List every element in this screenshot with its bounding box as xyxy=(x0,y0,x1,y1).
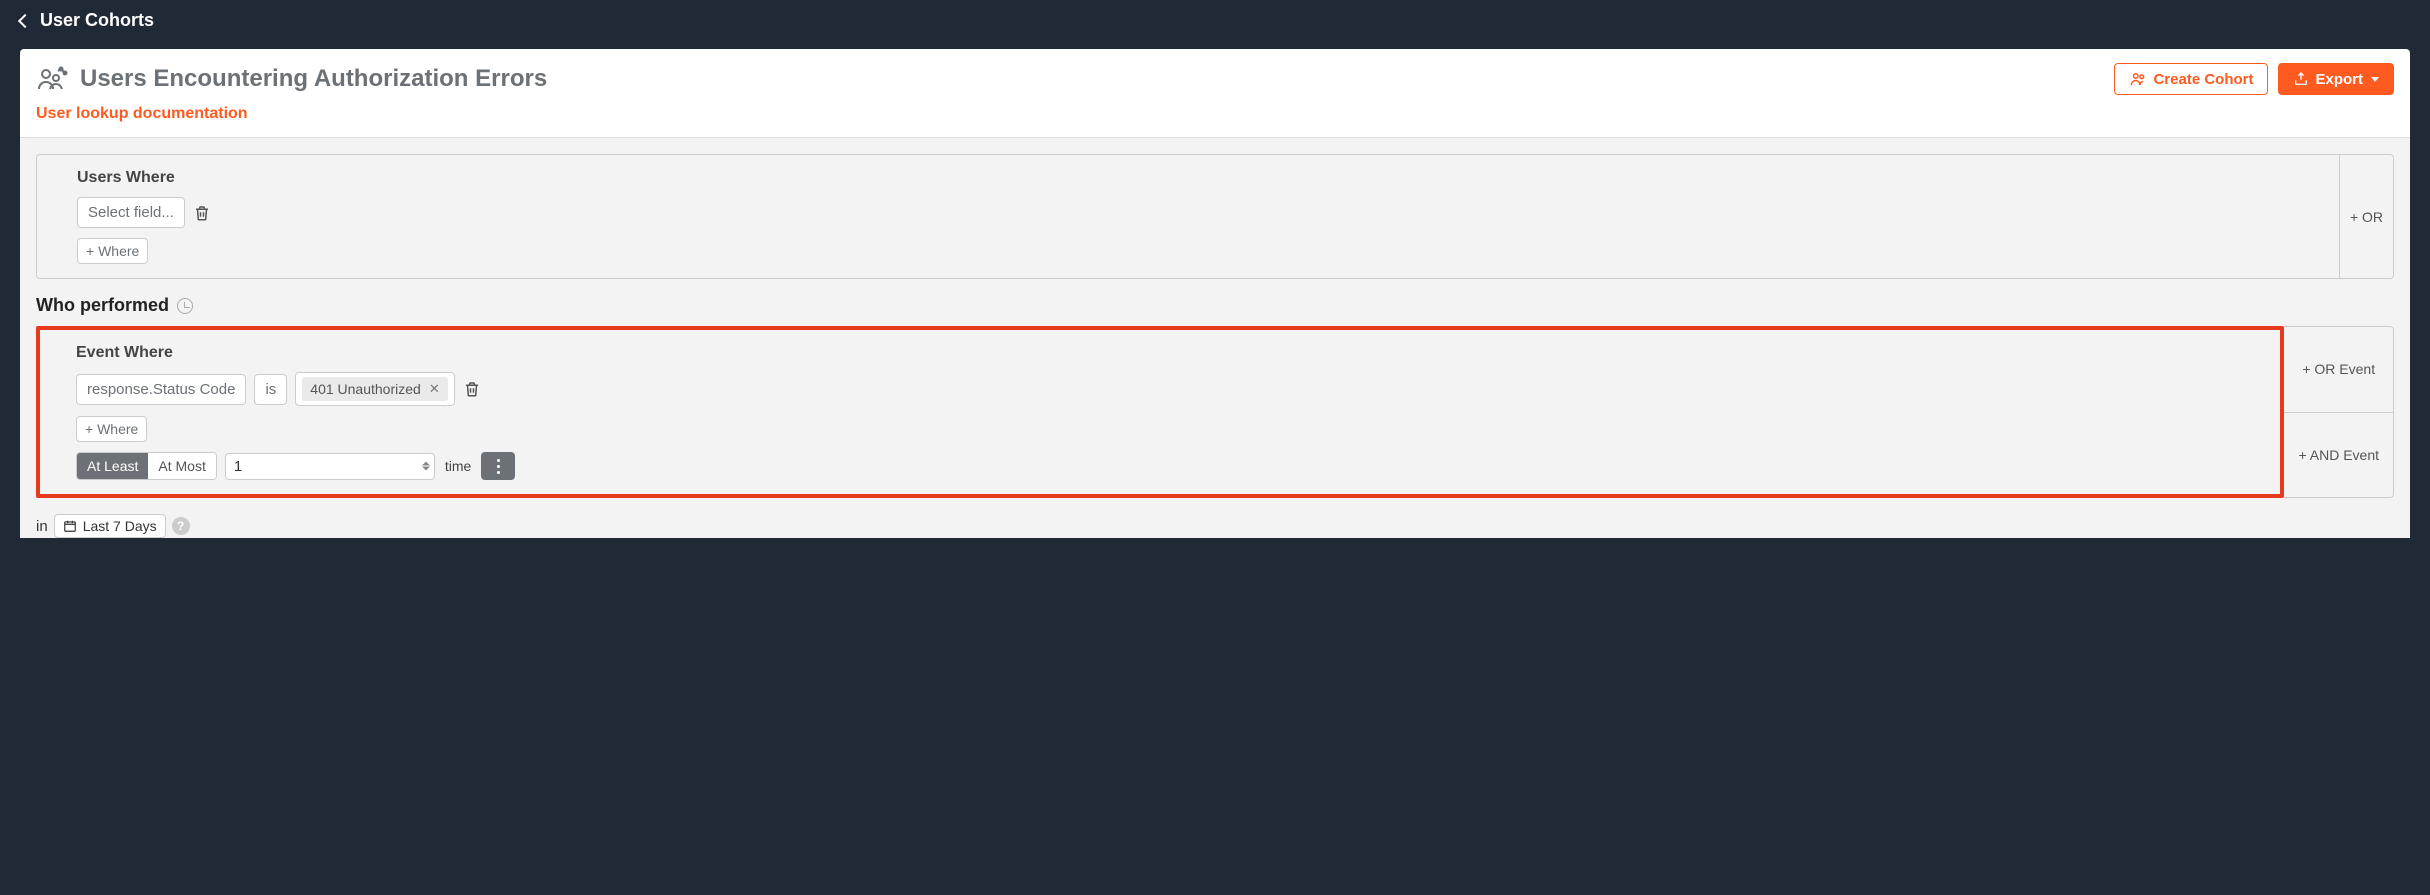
remove-tag-icon[interactable]: ✕ xyxy=(429,381,440,397)
trash-icon[interactable] xyxy=(463,379,481,399)
event-value-box[interactable]: 401 Unauthorized ✕ xyxy=(295,372,454,406)
event-where-label: Event Where xyxy=(76,344,2244,362)
export-label: Export xyxy=(2315,71,2363,88)
breadcrumb-bar: User Cohorts xyxy=(0,0,2430,49)
time-range-row: in Last 7 Days ? xyxy=(20,508,2410,538)
export-button[interactable]: Export xyxy=(2278,63,2394,95)
add-where-button[interactable]: + Where xyxy=(77,238,148,264)
who-performed-label: Who performed xyxy=(36,295,169,316)
create-cohort-label: Create Cohort xyxy=(2153,71,2253,88)
and-event-button[interactable]: + AND Event xyxy=(2284,413,2394,499)
trash-icon[interactable] xyxy=(193,203,211,223)
add-event-where-button[interactable]: + Where xyxy=(76,416,147,442)
export-icon xyxy=(2293,71,2309,87)
doc-link[interactable]: User lookup documentation xyxy=(20,105,2410,137)
select-field-dropdown[interactable]: Select field... xyxy=(77,197,185,228)
event-value-text: 401 Unauthorized xyxy=(310,381,421,397)
event-value-tag: 401 Unauthorized ✕ xyxy=(302,377,447,401)
stepper-icon[interactable] xyxy=(422,462,430,471)
count-mode-toggle: At Least At Most xyxy=(76,452,217,480)
page-header: Users Encountering Authorization Errors … xyxy=(20,49,2410,105)
caret-down-icon xyxy=(2371,77,2379,82)
users-where-panel: Users Where Select field... + Where xyxy=(36,154,2340,279)
users-icon xyxy=(2129,70,2147,88)
page-title: Users Encountering Authorization Errors xyxy=(80,65,2114,93)
event-field-chip[interactable]: response.Status Code xyxy=(76,374,246,405)
cohort-icon xyxy=(36,63,68,95)
create-cohort-button[interactable]: Create Cohort xyxy=(2114,63,2268,95)
users-where-label: Users Where xyxy=(77,169,2299,187)
main-panel: Users Encountering Authorization Errors … xyxy=(20,49,2410,538)
help-icon[interactable]: ? xyxy=(172,517,190,535)
or-event-button[interactable]: + OR Event xyxy=(2284,326,2394,413)
at-most-toggle[interactable]: At Most xyxy=(148,453,215,479)
in-label: in xyxy=(36,518,48,535)
count-value: 1 xyxy=(234,458,242,475)
event-where-panel: Event Where response.Status Code is 401 … xyxy=(36,326,2284,498)
at-least-toggle[interactable]: At Least xyxy=(77,453,148,479)
query-builder: Users Where Select field... + Where + OR… xyxy=(20,137,2410,538)
time-label: time xyxy=(443,452,473,480)
back-chevron-icon[interactable] xyxy=(18,13,32,27)
breadcrumb[interactable]: User Cohorts xyxy=(40,10,154,31)
calendar-icon xyxy=(63,519,77,533)
date-range-picker[interactable]: Last 7 Days xyxy=(54,514,166,538)
more-menu-button[interactable] xyxy=(481,452,515,480)
clock-icon[interactable] xyxy=(177,298,193,314)
or-button[interactable]: + OR xyxy=(2340,154,2394,279)
event-operator-chip[interactable]: is xyxy=(254,374,287,405)
count-input[interactable]: 1 xyxy=(225,453,435,480)
date-range-label: Last 7 Days xyxy=(83,518,157,534)
